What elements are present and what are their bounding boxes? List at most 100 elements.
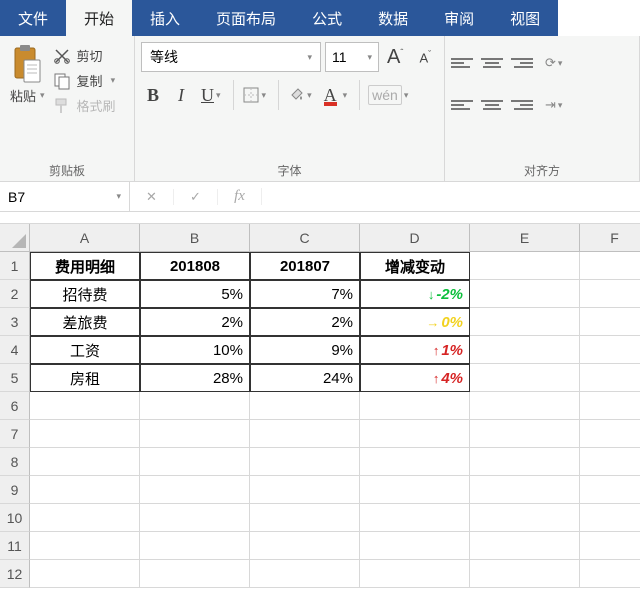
tab-home[interactable]: 开始 bbox=[66, 0, 132, 36]
cell-A1[interactable]: 费用明细 bbox=[30, 252, 140, 280]
cell-A3[interactable]: 差旅费 bbox=[30, 308, 140, 336]
cell-A8[interactable] bbox=[30, 448, 140, 476]
cell-D5[interactable]: ↑4% bbox=[360, 364, 470, 392]
cell-F9[interactable] bbox=[580, 476, 640, 504]
cut-button[interactable]: 剪切 bbox=[53, 46, 116, 65]
cell-C10[interactable] bbox=[250, 504, 360, 532]
orientation-button[interactable]: ⟳▾ bbox=[541, 48, 566, 78]
cell-A9[interactable] bbox=[30, 476, 140, 504]
row-header-7[interactable]: 7 bbox=[0, 420, 30, 448]
name-box[interactable]: B7 ▾ bbox=[0, 182, 130, 211]
align-right-button[interactable] bbox=[511, 96, 533, 114]
cell-A7[interactable] bbox=[30, 420, 140, 448]
tab-formulas[interactable]: 公式 bbox=[294, 0, 360, 36]
row-header-10[interactable]: 10 bbox=[0, 504, 30, 532]
row-header-2[interactable]: 2 bbox=[0, 280, 30, 308]
cell-E10[interactable] bbox=[470, 504, 580, 532]
copy-button[interactable]: 复制 ▾ bbox=[53, 71, 116, 90]
format-painter-button[interactable]: 格式刷 bbox=[53, 96, 116, 115]
font-color-button[interactable]: A ▾ bbox=[320, 80, 352, 110]
cell-C9[interactable] bbox=[250, 476, 360, 504]
cell-E9[interactable] bbox=[470, 476, 580, 504]
cell-A5[interactable]: 房租 bbox=[30, 364, 140, 392]
tab-page-layout[interactable]: 页面布局 bbox=[198, 0, 294, 36]
italic-button[interactable]: I bbox=[169, 80, 193, 110]
cell-A11[interactable] bbox=[30, 532, 140, 560]
cell-F2[interactable] bbox=[580, 280, 640, 308]
bold-button[interactable]: B bbox=[141, 80, 165, 110]
cell-E11[interactable] bbox=[470, 532, 580, 560]
row-header-3[interactable]: 3 bbox=[0, 308, 30, 336]
font-size-select[interactable]: 11 ▾ bbox=[325, 42, 379, 72]
cell-D11[interactable] bbox=[360, 532, 470, 560]
align-top-button[interactable] bbox=[451, 54, 473, 72]
cell-C3[interactable]: 2% bbox=[250, 308, 360, 336]
cell-C8[interactable] bbox=[250, 448, 360, 476]
row-header-9[interactable]: 9 bbox=[0, 476, 30, 504]
cell-C7[interactable] bbox=[250, 420, 360, 448]
cell-C2[interactable]: 7% bbox=[250, 280, 360, 308]
cell-D10[interactable] bbox=[360, 504, 470, 532]
paste-button[interactable]: 粘贴▾ bbox=[6, 42, 49, 107]
cell-C6[interactable] bbox=[250, 392, 360, 420]
column-header-A[interactable]: A bbox=[30, 224, 140, 252]
cell-A10[interactable] bbox=[30, 504, 140, 532]
cell-B3[interactable]: 2% bbox=[140, 308, 250, 336]
cell-C4[interactable]: 9% bbox=[250, 336, 360, 364]
cell-D6[interactable] bbox=[360, 392, 470, 420]
tab-file[interactable]: 文件 bbox=[0, 0, 66, 36]
row-header-5[interactable]: 5 bbox=[0, 364, 30, 392]
cell-B2[interactable]: 5% bbox=[140, 280, 250, 308]
cell-B1[interactable]: 201808 bbox=[140, 252, 250, 280]
select-all-corner[interactable] bbox=[0, 224, 30, 252]
cell-B8[interactable] bbox=[140, 448, 250, 476]
cell-E1[interactable] bbox=[470, 252, 580, 280]
cell-F8[interactable] bbox=[580, 448, 640, 476]
cell-D1[interactable]: 增减变动 bbox=[360, 252, 470, 280]
cell-C12[interactable] bbox=[250, 560, 360, 588]
spreadsheet-grid[interactable]: ABCDEF1费用明细201808201807增减变动2招待费5%7%↓-2%3… bbox=[0, 224, 640, 588]
cell-A6[interactable] bbox=[30, 392, 140, 420]
cell-B10[interactable] bbox=[140, 504, 250, 532]
cell-C5[interactable]: 24% bbox=[250, 364, 360, 392]
indent-button[interactable]: ⇥▾ bbox=[541, 90, 566, 120]
cell-B12[interactable] bbox=[140, 560, 250, 588]
cell-B7[interactable] bbox=[140, 420, 250, 448]
align-left-button[interactable] bbox=[451, 96, 473, 114]
column-header-E[interactable]: E bbox=[470, 224, 580, 252]
row-header-1[interactable]: 1 bbox=[0, 252, 30, 280]
cell-F11[interactable] bbox=[580, 532, 640, 560]
cell-D4[interactable]: ↑1% bbox=[360, 336, 470, 364]
cell-B4[interactable]: 10% bbox=[140, 336, 250, 364]
cell-B11[interactable] bbox=[140, 532, 250, 560]
font-name-select[interactable]: 等线 ▾ bbox=[141, 42, 321, 72]
cell-E8[interactable] bbox=[470, 448, 580, 476]
cell-D9[interactable] bbox=[360, 476, 470, 504]
row-header-12[interactable]: 12 bbox=[0, 560, 30, 588]
underline-button[interactable]: U▾ bbox=[197, 80, 225, 110]
cell-D7[interactable] bbox=[360, 420, 470, 448]
tab-insert[interactable]: 插入 bbox=[132, 0, 198, 36]
cell-E7[interactable] bbox=[470, 420, 580, 448]
column-header-B[interactable]: B bbox=[140, 224, 250, 252]
cell-F7[interactable] bbox=[580, 420, 640, 448]
cell-A4[interactable]: 工资 bbox=[30, 336, 140, 364]
cell-F10[interactable] bbox=[580, 504, 640, 532]
align-middle-button[interactable] bbox=[481, 54, 503, 72]
cell-D8[interactable] bbox=[360, 448, 470, 476]
column-header-F[interactable]: F bbox=[580, 224, 640, 252]
cell-A2[interactable]: 招待费 bbox=[30, 280, 140, 308]
formula-input[interactable] bbox=[262, 182, 640, 211]
row-header-4[interactable]: 4 bbox=[0, 336, 30, 364]
tab-review[interactable]: 审阅 bbox=[426, 0, 492, 36]
cell-C11[interactable] bbox=[250, 532, 360, 560]
cell-E12[interactable] bbox=[470, 560, 580, 588]
cell-E6[interactable] bbox=[470, 392, 580, 420]
cell-D12[interactable] bbox=[360, 560, 470, 588]
fill-color-button[interactable]: ▾ bbox=[278, 80, 316, 110]
cell-D3[interactable]: →0% bbox=[360, 308, 470, 336]
borders-button[interactable]: ▾ bbox=[233, 80, 271, 110]
formula-enter-button[interactable]: ✓ bbox=[174, 189, 218, 205]
cell-F5[interactable] bbox=[580, 364, 640, 392]
phonetic-guide-button[interactable]: wén ▾ bbox=[359, 80, 412, 110]
